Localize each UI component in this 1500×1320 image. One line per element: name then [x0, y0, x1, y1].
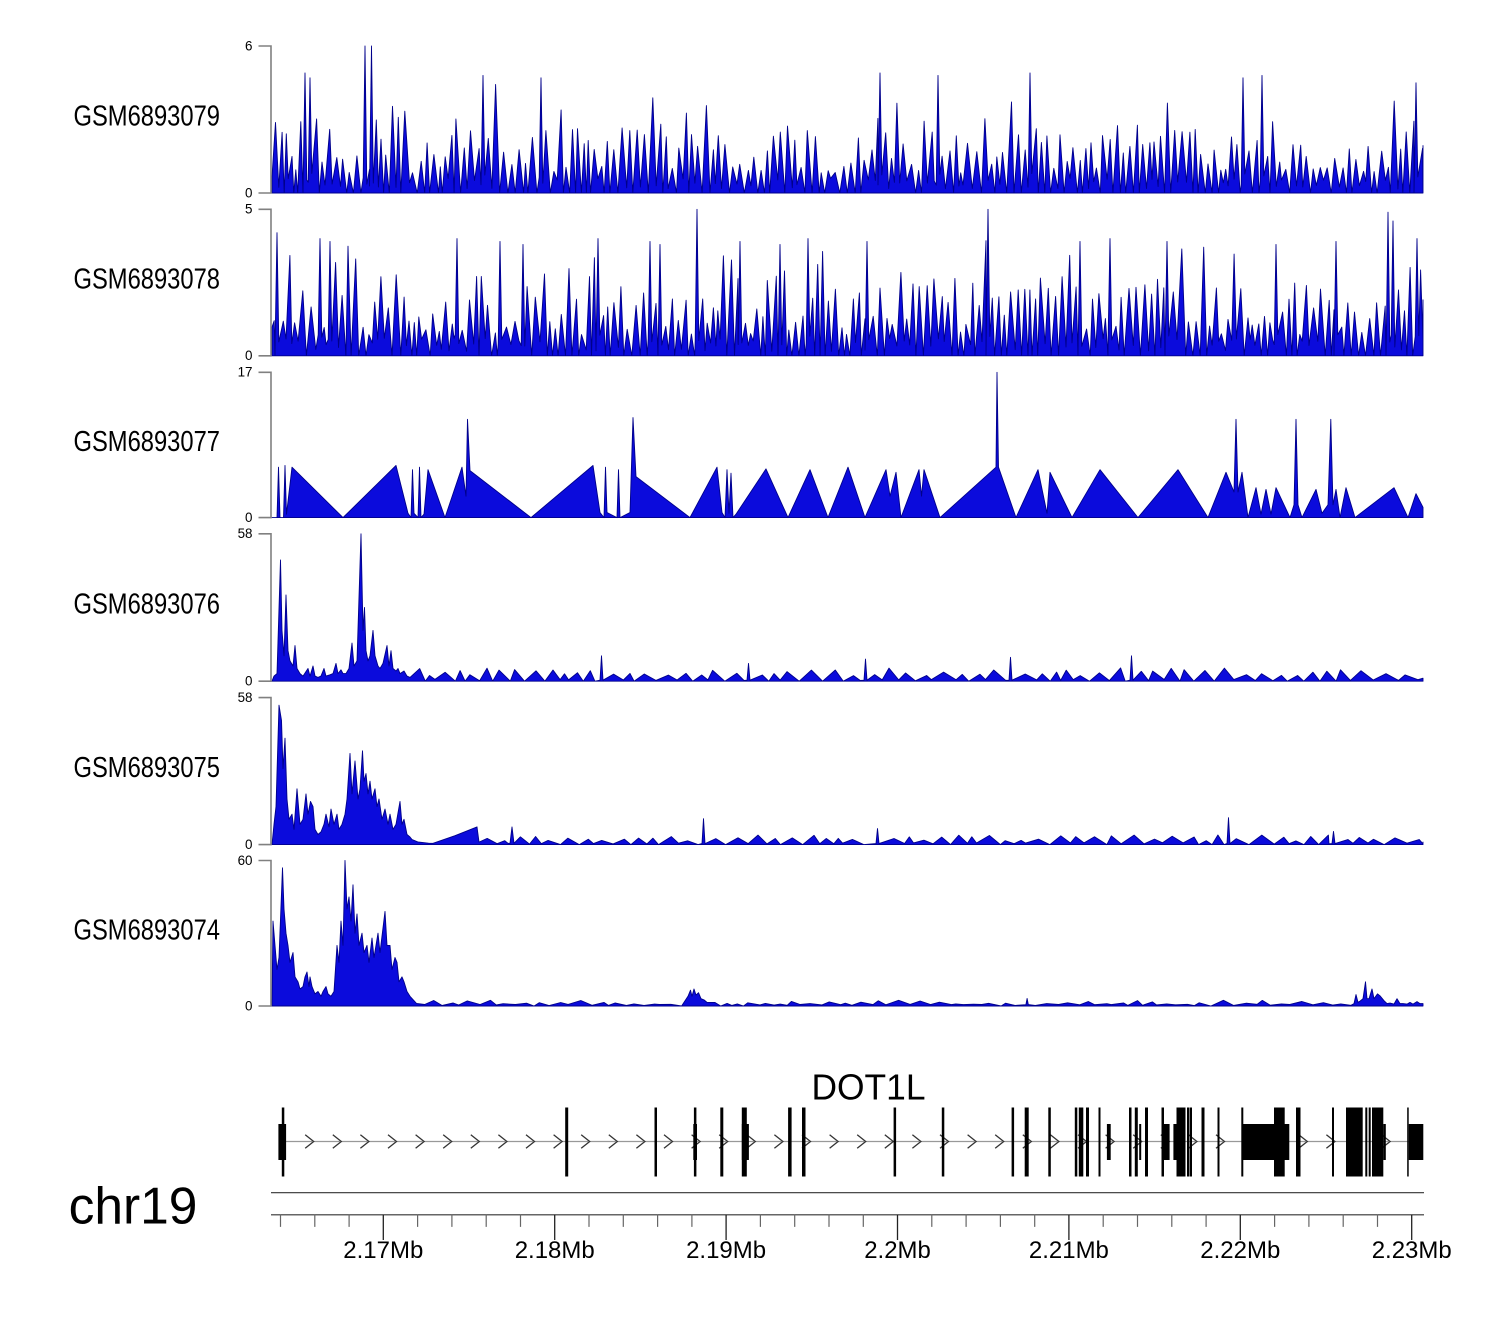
svg-text:GSM6893077: GSM6893077	[74, 426, 221, 458]
svg-text:GSM6893075: GSM6893075	[74, 752, 221, 784]
svg-text:0: 0	[245, 348, 252, 363]
svg-text:5: 5	[245, 202, 252, 217]
svg-text:0: 0	[245, 837, 252, 852]
svg-text:GSM6893079: GSM6893079	[74, 101, 221, 133]
svg-text:6: 6	[245, 38, 252, 53]
svg-text:0: 0	[245, 185, 252, 200]
svg-text:DOT1L: DOT1L	[812, 1067, 926, 1108]
svg-text:0: 0	[245, 510, 252, 525]
svg-text:2.21Mb: 2.21Mb	[1029, 1237, 1109, 1264]
svg-text:GSM6893078: GSM6893078	[74, 264, 221, 296]
svg-text:0: 0	[245, 998, 252, 1013]
svg-text:60: 60	[238, 853, 253, 868]
svg-text:2.2Mb: 2.2Mb	[864, 1237, 931, 1264]
svg-text:GSM6893074: GSM6893074	[74, 914, 221, 946]
svg-text:0: 0	[245, 674, 252, 689]
svg-text:17: 17	[238, 365, 253, 380]
svg-text:2.22Mb: 2.22Mb	[1200, 1237, 1280, 1264]
svg-text:2.17Mb: 2.17Mb	[343, 1237, 423, 1264]
svg-text:2.18Mb: 2.18Mb	[515, 1237, 595, 1264]
svg-text:58: 58	[238, 526, 253, 541]
svg-text:GSM6893076: GSM6893076	[74, 589, 221, 621]
svg-text:2.19Mb: 2.19Mb	[686, 1237, 766, 1264]
svg-text:58: 58	[238, 690, 253, 705]
svg-text:2.23Mb: 2.23Mb	[1372, 1237, 1452, 1264]
svg-text:chr19: chr19	[69, 1177, 198, 1235]
